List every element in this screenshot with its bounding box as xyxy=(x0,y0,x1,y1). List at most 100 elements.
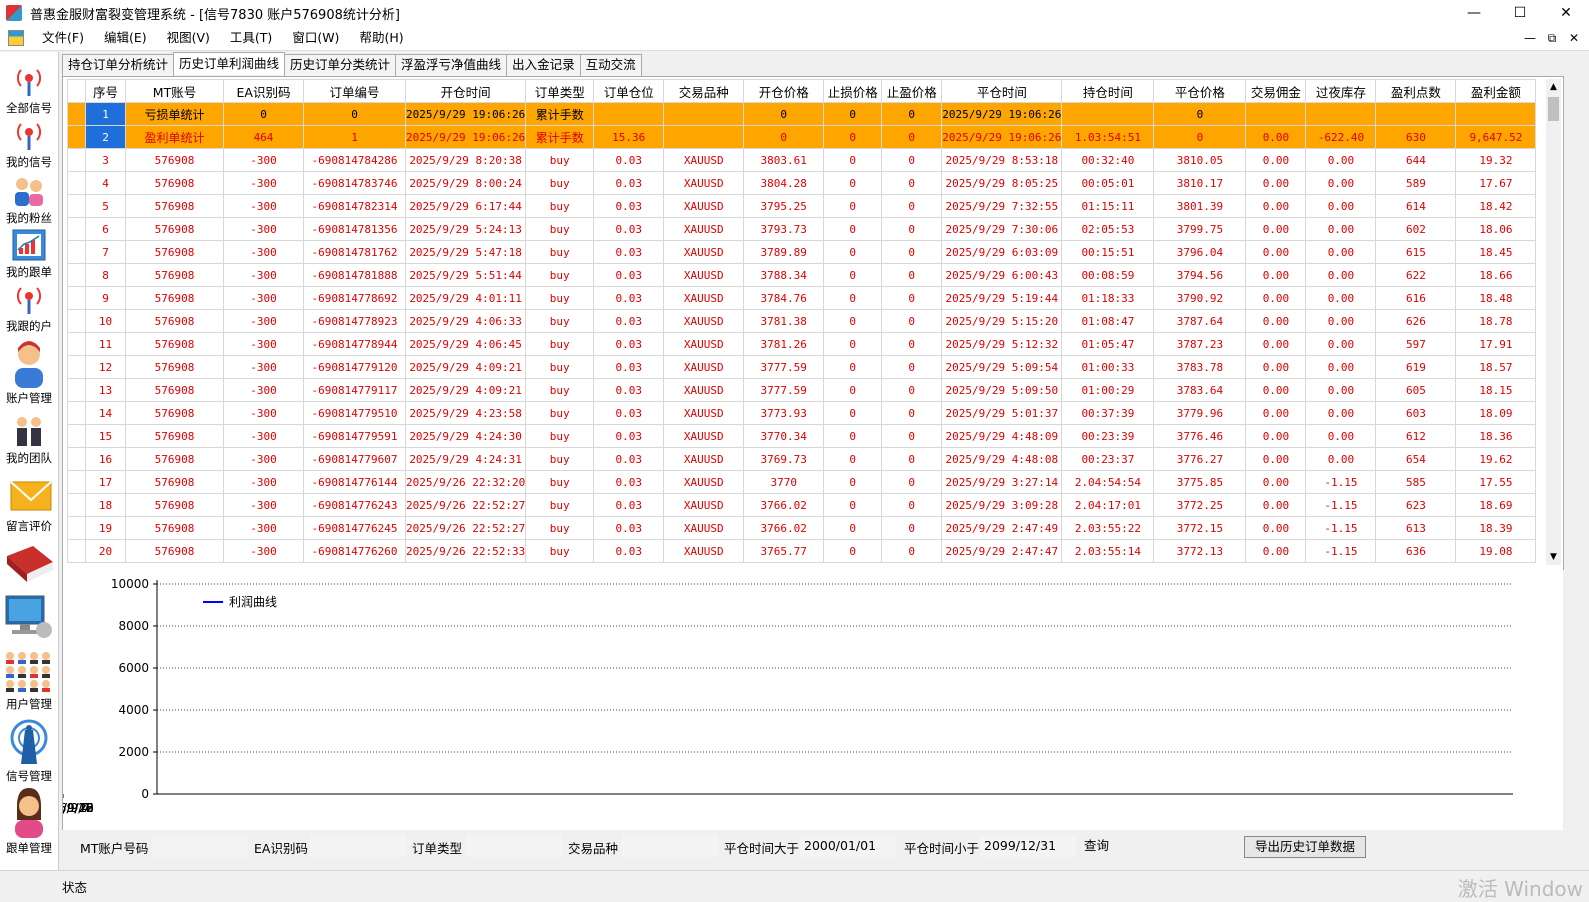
table-row[interactable]: 2 盈利单统计 464 1 2025/9/29 19:06:26 累计手数 15.36 0 0 0… xyxy=(67,125,1537,149)
column-header[interactable]: 平仓时间 xyxy=(941,79,1063,103)
table-row[interactable]: 1 亏损单统计 0 0 2025/9/29 19:06:26 累计手数 0 0 0 2025/9/… xyxy=(67,102,1537,126)
mt-account-input[interactable] xyxy=(152,835,248,857)
row-header[interactable] xyxy=(67,263,86,287)
orders-grid[interactable]: 序号 MT账号 EA识别码 订单编号 开仓时间 订单类型 订单仓位 交易品种 开仓价格 止损价格止… xyxy=(67,79,1545,565)
vertical-scrollbar[interactable]: ▲ ▼ xyxy=(1546,79,1561,565)
table-row[interactable]: 13 576908 -300 -690814779117 2025/9/29 4:09:… xyxy=(67,378,1537,402)
column-header[interactable]: 交易品种 xyxy=(663,79,745,103)
sidebar-item-user-management[interactable]: 用户管理 xyxy=(0,650,58,712)
mdi-close-button[interactable]: ✕ xyxy=(1563,31,1585,45)
row-header[interactable] xyxy=(67,240,86,264)
table-row[interactable]: 7 576908 -300 -690814781762 2025/9/29 5:47:1… xyxy=(67,240,1537,264)
row-header[interactable] xyxy=(67,194,86,218)
column-header[interactable]: 订单仓位 xyxy=(593,79,665,103)
export-history-button[interactable]: 导出历史订单数据 xyxy=(1244,836,1366,858)
row-header[interactable] xyxy=(67,171,86,195)
table-row[interactable]: 19 576908 -300 -690814776245 2025/9/26 22:52… xyxy=(67,516,1537,540)
column-header[interactable]: 持仓时间 xyxy=(1061,79,1155,103)
table-row[interactable]: 16 576908 -300 -690814779607 2025/9/29 4:24:… xyxy=(67,447,1537,471)
sidebar-item-signal-management[interactable]: 信号管理 xyxy=(0,718,58,784)
mdi-restore-button[interactable]: ⧉ xyxy=(1541,31,1563,46)
menu-help[interactable]: 帮助(H) xyxy=(349,26,413,50)
table-row[interactable]: 15 576908 -300 -690814779591 2025/9/29 4:24:… xyxy=(67,424,1537,448)
row-header[interactable] xyxy=(67,539,86,563)
row-header[interactable] xyxy=(67,424,86,448)
table-row[interactable]: 4 576908 -300 -690814783746 2025/9/29 8:00:2… xyxy=(67,171,1537,195)
table-row[interactable]: 14 576908 -300 -690814779510 2025/9/29 4:23:… xyxy=(67,401,1537,425)
close-time-to-input[interactable]: 2099/12/31 xyxy=(980,835,1076,857)
tab-deposit-withdrawal[interactable]: 出入金记录 xyxy=(506,54,581,76)
table-row[interactable]: 9 576908 -300 -690814778692 2025/9/29 4:01:1… xyxy=(67,286,1537,310)
sidebar-item-copy-management[interactable]: 跟单管理 xyxy=(0,786,58,856)
minimize-button[interactable]: — xyxy=(1451,0,1497,26)
sidebar-item-comments[interactable]: 留言评价 xyxy=(0,476,58,534)
tab-position-analysis[interactable]: 持仓订单分析统计 xyxy=(62,54,175,76)
menu-tools[interactable]: 工具(T) xyxy=(220,26,282,50)
sidebar-item-book[interactable] xyxy=(0,542,58,590)
column-header[interactable]: 序号 xyxy=(85,79,126,103)
table-row[interactable]: 3 576908 -300 -690814784286 2025/9/29 8:20:3… xyxy=(67,148,1537,172)
row-header[interactable] xyxy=(67,447,86,471)
sidebar-item-account-management[interactable]: 账户管理 xyxy=(0,338,58,406)
column-header[interactable]: 订单类型 xyxy=(525,79,595,103)
table-row[interactable]: 18 576908 -300 -690814776243 2025/9/26 22:52… xyxy=(67,493,1537,517)
row-header[interactable] xyxy=(67,102,86,126)
column-header[interactable]: 交易佣金 xyxy=(1245,79,1307,103)
tab-history-category-stats[interactable]: 历史订单分类统计 xyxy=(284,54,397,76)
column-header[interactable]: 开仓价格 xyxy=(743,79,825,103)
column-header[interactable]: 过夜库存 xyxy=(1305,79,1377,103)
tab-interaction[interactable]: 互动交流 xyxy=(579,54,642,76)
sidebar-item-my-fans[interactable]: 我的粉丝 xyxy=(0,174,58,226)
menu-edit[interactable]: 编辑(E) xyxy=(94,26,157,50)
menu-window[interactable]: 窗口(W) xyxy=(282,26,349,50)
table-row[interactable]: 12 576908 -300 -690814779120 2025/9/29 4:09:… xyxy=(67,355,1537,379)
row-header[interactable] xyxy=(67,125,86,149)
scroll-down-icon[interactable]: ▼ xyxy=(1546,549,1561,565)
row-header[interactable] xyxy=(67,355,86,379)
column-header[interactable]: 平仓价格 xyxy=(1153,79,1247,103)
scroll-up-icon[interactable]: ▲ xyxy=(1546,79,1561,95)
row-header[interactable] xyxy=(67,378,86,402)
row-header[interactable] xyxy=(67,286,86,310)
sidebar-item-my-team[interactable]: 我的团队 xyxy=(0,414,58,466)
mdi-minimize-button[interactable]: — xyxy=(1519,31,1541,45)
row-header[interactable] xyxy=(67,148,86,172)
sidebar-item-all-signals[interactable]: 全部信号 xyxy=(0,64,58,116)
close-button[interactable]: ✕ xyxy=(1543,0,1589,26)
column-header[interactable]: 盈利金额 xyxy=(1455,79,1537,103)
table-row[interactable]: 17 576908 -300 -690814776144 2025/9/26 22:32… xyxy=(67,470,1537,494)
query-button[interactable]: 查询 xyxy=(1080,835,1116,857)
row-header[interactable] xyxy=(67,470,86,494)
scroll-thumb[interactable] xyxy=(1548,97,1559,121)
table-row[interactable]: 10 576908 -300 -690814778923 2025/9/29 4:06:… xyxy=(67,309,1537,333)
ea-code-input[interactable] xyxy=(310,835,406,857)
sidebar-item-computer[interactable] xyxy=(0,594,58,644)
symbol-input[interactable] xyxy=(622,835,718,857)
row-header[interactable] xyxy=(67,493,86,517)
column-header[interactable]: 开仓时间 xyxy=(404,79,527,103)
row-header[interactable] xyxy=(67,217,86,241)
mdi-child-icon[interactable] xyxy=(8,30,24,46)
row-header[interactable] xyxy=(67,332,86,356)
row-header[interactable] xyxy=(67,516,86,540)
column-header[interactable]: 止损价格 xyxy=(823,79,883,103)
column-header[interactable]: 止盈价格 xyxy=(881,79,943,103)
table-row[interactable]: 8 576908 -300 -690814781888 2025/9/29 5:51:4… xyxy=(67,263,1537,287)
row-header[interactable] xyxy=(67,401,86,425)
table-row[interactable]: 11 576908 -300 -690814778944 2025/9/29 4:06:… xyxy=(67,332,1537,356)
row-header[interactable] xyxy=(67,309,86,333)
order-type-input[interactable] xyxy=(466,835,562,857)
column-header[interactable]: EA识别码 xyxy=(223,79,304,103)
table-row[interactable]: 20 576908 -300 -690814776260 2025/9/26 22:52… xyxy=(67,539,1537,563)
sidebar-item-my-signals[interactable]: 我的信号 xyxy=(0,118,58,170)
sidebar-item-followed-accounts[interactable]: 我跟的户 xyxy=(0,282,58,334)
menu-view[interactable]: 视图(V) xyxy=(157,26,220,50)
tab-history-profit-curve[interactable]: 历史订单利润曲线 xyxy=(173,52,286,75)
table-row[interactable]: 6 576908 -300 -690814781356 2025/9/29 5:24:1… xyxy=(67,217,1537,241)
table-row[interactable]: 5 576908 -300 -690814782314 2025/9/29 6:17:4… xyxy=(67,194,1537,218)
tab-floating-equity-curve[interactable]: 浮盈浮亏净值曲线 xyxy=(395,54,508,76)
column-header[interactable]: MT账号 xyxy=(125,79,224,103)
close-time-from-input[interactable]: 2000/01/01 xyxy=(800,835,896,857)
menu-file[interactable]: 文件(F) xyxy=(32,26,94,50)
column-header[interactable]: 盈利点数 xyxy=(1375,79,1457,103)
